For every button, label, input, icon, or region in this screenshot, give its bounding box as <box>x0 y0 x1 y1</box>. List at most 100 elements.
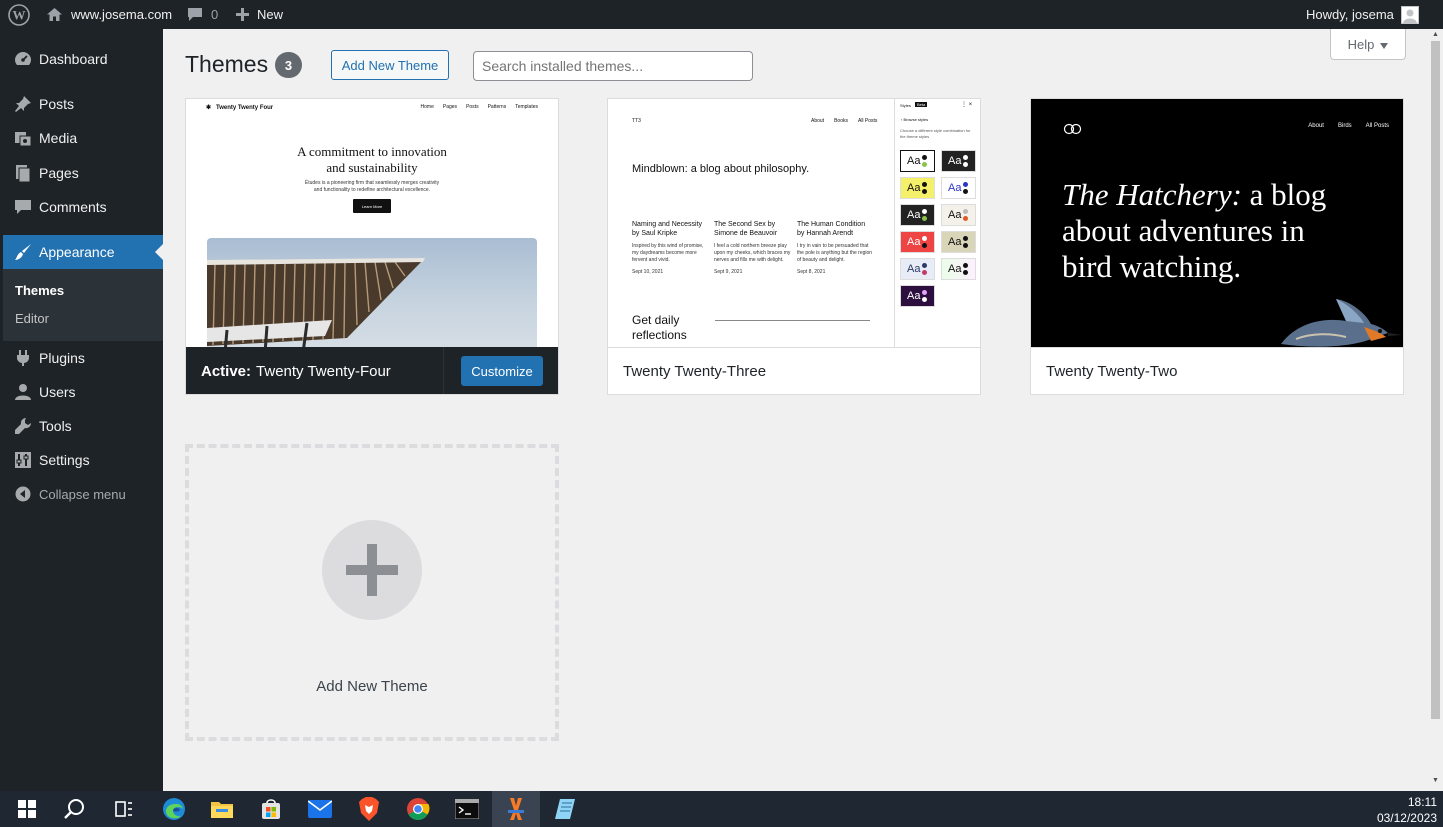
preview-browse-styles: ‹ Browse styles <box>901 117 929 122</box>
scroll-up-arrow-icon[interactable]: ▲ <box>1432 31 1439 38</box>
preview-cta: Learn More <box>353 199 391 213</box>
theme-name: Twenty Twenty-Two <box>1046 363 1178 380</box>
microsoft-store-icon[interactable] <box>247 791 295 827</box>
theme-screenshot: About Birds All Posts The Hatchery: a bl… <box>1031 99 1403 347</box>
my-account-link[interactable]: Howdy, josema <box>1306 0 1419 29</box>
menu-comments[interactable]: Comments <box>3 190 163 224</box>
preview-post: Naming and Necessity by Saul Kripke Inspi… <box>632 220 712 275</box>
menu-tools[interactable]: Tools <box>3 409 163 443</box>
theme-card-twenty-twenty-three[interactable]: TT3 About Books All Posts Mindblown: a b… <box>607 98 981 395</box>
menu-users[interactable]: Users <box>3 375 163 409</box>
customize-button[interactable]: Customize <box>461 356 543 386</box>
comments-icon <box>13 197 33 217</box>
preview-nav: Home Pages Posts Patterns Templates <box>421 104 538 110</box>
menu-dashboard[interactable]: Dashboard <box>3 42 163 76</box>
plugin-icon <box>13 348 33 368</box>
add-new-theme-button[interactable]: Add New Theme <box>331 50 449 80</box>
menu-plugins[interactable]: Plugins <box>3 341 163 375</box>
submenu-themes[interactable]: Themes <box>15 283 64 298</box>
menu-users-label: Users <box>39 384 76 400</box>
preview-divider <box>715 320 870 321</box>
wrench-icon <box>13 416 33 436</box>
preview-nav-item: Patterns <box>487 104 507 110</box>
site-name: www.josema.com <box>71 7 173 22</box>
preview-nav: About Books All Posts <box>811 118 877 124</box>
plus-icon <box>236 8 249 21</box>
preview-headline-line: about adventures in <box>1062 213 1305 248</box>
theme-card-twenty-twenty-four[interactable]: ✱ Twenty Twenty Four Home Pages Posts Pat… <box>185 98 559 395</box>
active-theme-footer: Active: Twenty Twenty-Four Customize <box>186 347 558 394</box>
admin-sidebar: Dashboard Posts Media Pages Comments App… <box>3 29 163 791</box>
preview-brand: TT3 <box>632 118 641 124</box>
brave-browser-icon[interactable] <box>345 791 393 827</box>
comments-link[interactable]: 0 <box>187 0 218 29</box>
preview-nav-item: Home <box>420 104 434 110</box>
add-new-theme-card[interactable]: Add New Theme <box>185 444 559 741</box>
wordpress-logo-icon[interactable]: W <box>8 0 34 29</box>
menu-appearance[interactable]: Appearance <box>3 235 163 269</box>
caret-down-icon <box>1380 37 1389 52</box>
preview-nav: About Birds All Posts <box>1308 123 1389 129</box>
collapse-menu-button[interactable]: Collapse menu <box>3 477 163 511</box>
preview-post-excerpt: I try in vain to be persuaded that the po… <box>797 243 873 263</box>
xampp-app-icon[interactable] <box>492 791 540 827</box>
task-view-icon[interactable] <box>99 791 147 827</box>
scrollbar-thumb[interactable] <box>1431 41 1440 719</box>
preview-footer-heading: Get daily reflections <box>632 313 687 342</box>
admin-bar: W www.josema.com 0 New Howdy, josema <box>0 0 1443 29</box>
menu-settings-label: Settings <box>39 452 90 468</box>
menu-posts-label: Posts <box>39 96 75 112</box>
terminal-icon[interactable] <box>443 791 491 827</box>
menu-appearance-label: Appearance <box>39 244 115 260</box>
submenu-editor[interactable]: Editor <box>15 311 49 326</box>
file-explorer-icon[interactable] <box>198 791 246 827</box>
site-name-link[interactable]: www.josema.com <box>46 0 172 29</box>
windows-start-icon[interactable] <box>3 791 51 827</box>
menu-posts[interactable]: Posts <box>3 87 163 121</box>
theme-card-twenty-twenty-two[interactable]: About Birds All Posts The Hatchery: a bl… <box>1030 98 1404 395</box>
pages-icon <box>13 163 33 183</box>
preview-headline-line: a blog <box>1241 177 1327 212</box>
theme-name-footer: Twenty Twenty-Three <box>608 347 980 394</box>
system-clock[interactable]: 18:11 03/12/2023 <box>1377 794 1437 826</box>
style-swatch: Aa <box>900 258 935 280</box>
clock-date: 03/12/2023 <box>1376 811 1437 825</box>
preview-styles-tab: Styles <box>900 103 911 108</box>
preview-body: Études is a pioneering firm that seamles… <box>186 180 558 194</box>
preview-body-line: and functionality to redefine architectu… <box>313 187 431 193</box>
preview-headline: The Hatchery: a blog about adventures in… <box>1062 177 1326 285</box>
preview-post: The Second Sex by Simone de Beauvoir I fe… <box>714 220 794 275</box>
svg-text:W: W <box>13 7 26 22</box>
search-icon[interactable] <box>51 791 99 827</box>
preview-building-image <box>207 238 537 347</box>
style-swatch: Aa <box>900 231 935 253</box>
menu-media-label: Media <box>39 130 78 146</box>
style-swatch: Aa <box>900 285 935 307</box>
menu-media[interactable]: Media <box>3 121 163 155</box>
preview-nav-item: Pages <box>442 104 458 110</box>
notepad-icon[interactable] <box>541 791 589 827</box>
search-installed-themes-input[interactable] <box>473 51 753 81</box>
theme-name: Twenty Twenty-Three <box>623 363 767 380</box>
preview-post-title: The Second Sex by Simone de Beauvoir <box>714 221 778 237</box>
edge-browser-icon[interactable] <box>150 791 198 827</box>
help-tab-button[interactable]: Help <box>1330 29 1406 60</box>
preview-nav-item: About <box>1308 123 1324 129</box>
theme-screenshot: TT3 About Books All Posts Mindblown: a b… <box>608 99 980 347</box>
preview-beta-tab: Beta <box>915 102 928 107</box>
theme-name-footer: Twenty Twenty-Two <box>1031 347 1403 394</box>
howdy-text: Howdy, josema <box>1306 7 1394 22</box>
active-label: Active: <box>201 362 252 380</box>
preview-post-title: The Human Condition by Hannah Arendt <box>797 221 866 237</box>
home-icon <box>46 7 63 22</box>
new-content-link[interactable]: New <box>236 0 283 29</box>
mail-icon[interactable] <box>296 791 344 827</box>
menu-settings[interactable]: Settings <box>3 443 163 477</box>
preview-post-title: Naming and Necessity by Saul Kripke <box>632 221 703 237</box>
menu-pages[interactable]: Pages <box>3 156 163 190</box>
preview-headline-line: A commitment to innovation <box>297 144 447 159</box>
scroll-down-arrow-icon[interactable]: ▼ <box>1432 777 1439 784</box>
menu-plugins-label: Plugins <box>39 350 85 366</box>
chrome-browser-icon[interactable] <box>394 791 442 827</box>
vertical-scrollbar[interactable]: ▲ ▼ <box>1428 29 1443 791</box>
